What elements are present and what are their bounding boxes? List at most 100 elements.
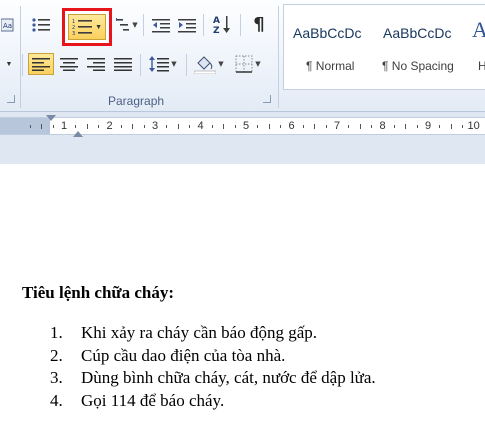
show-hide-marks-button[interactable]: ¶	[247, 13, 271, 35]
ruler-tick	[211, 125, 213, 128]
justify-button[interactable]	[111, 53, 135, 75]
ruler-number: 9	[424, 120, 432, 132]
align-left-icon	[32, 58, 50, 71]
ruler-tick	[86, 124, 88, 129]
chevron-down-icon: ▼	[218, 60, 224, 68]
ruler-number: 2	[106, 120, 113, 132]
bullets-button[interactable]	[28, 14, 54, 36]
ruler-tick	[405, 124, 407, 129]
change-case-icon[interactable]: Aa	[0, 14, 18, 36]
ruler-number: 6	[288, 120, 295, 132]
shading-button[interactable]: ▼	[192, 53, 226, 75]
ruler-tick	[75, 125, 77, 128]
list-item: 1. Khi xảy ra cháy cần báo động gấp.	[50, 322, 376, 345]
sort-button[interactable]: A Z	[210, 13, 236, 35]
list-text: Cúp cầu dao điện của tòa nhà.	[81, 345, 286, 365]
ruler-tick	[348, 125, 350, 128]
ruler-tick	[280, 125, 282, 128]
style-no-spacing[interactable]: AaBbCcDc ¶ No Spacing	[380, 15, 468, 85]
ruler-tick	[223, 124, 225, 129]
hanging-indent-marker-icon[interactable]	[73, 131, 83, 137]
decrease-indent-button[interactable]	[150, 14, 172, 36]
list-item: 4. Gọi 114 để báo cháy.	[50, 390, 376, 413]
style-sample: A	[472, 17, 485, 42]
align-right-button[interactable]	[84, 53, 108, 75]
numbered-list: 1. Khi xảy ra cháy cần báo động gấp. 2. …	[50, 322, 376, 412]
ruler-tick	[29, 125, 31, 128]
ruler-number: 1	[60, 120, 68, 132]
style-normal[interactable]: AaBbCcDc ¶ Normal	[288, 15, 380, 85]
paragraph-dialog-launcher-icon[interactable]	[263, 95, 271, 103]
ruler-tick	[371, 125, 373, 128]
ruler-number: 4	[197, 120, 204, 132]
ruler-tick	[257, 125, 259, 128]
list-item: 3. Dùng bình chữa cháy, cát, nước để dập…	[50, 367, 376, 390]
list-item: 2. Cúp cầu dao điện của tòa nhà.	[50, 345, 376, 368]
style-sample: AaBbCcDc	[383, 25, 452, 41]
ruler-tick	[143, 125, 145, 128]
style-name: H	[478, 59, 485, 73]
align-left-button[interactable]	[28, 53, 54, 75]
list-text: Dùng bình chữa cháy, cát, nước để dập lử…	[81, 368, 376, 387]
ruler-number: 5	[242, 120, 250, 132]
increase-indent-button[interactable]	[176, 14, 198, 36]
workspace-background	[0, 142, 485, 164]
ruler-tick	[462, 125, 464, 128]
ruler-tick	[268, 124, 270, 129]
svg-text:Z: Z	[213, 26, 220, 34]
list-number: 2.	[50, 345, 63, 365]
list-text: Khi xảy ra cháy cần báo động gấp.	[81, 323, 318, 342]
ruler-tick	[132, 124, 134, 129]
multilevel-list-button[interactable]: ▼	[114, 14, 140, 36]
ruler-tick	[120, 125, 122, 128]
divider	[143, 14, 144, 36]
align-center-icon	[60, 58, 78, 71]
divider	[203, 14, 204, 36]
divider	[240, 14, 241, 36]
ruler-number: 3	[151, 120, 159, 132]
ruler-tick	[359, 124, 361, 129]
list-text: Gọi 114 để báo cháy.	[81, 390, 225, 410]
ruler-tick	[439, 125, 441, 128]
chevron-down-icon: ▼	[132, 21, 138, 29]
style-heading[interactable]: A H	[470, 15, 485, 85]
align-right-icon	[87, 58, 105, 71]
chevron-down-icon: ▼	[171, 60, 177, 68]
ruler-tick	[393, 125, 395, 128]
ruler-tick	[302, 125, 304, 128]
ruler-number: 10	[467, 120, 480, 132]
ruler-tick	[52, 125, 54, 128]
ruler-left-margin	[0, 118, 50, 134]
ruler-tick	[314, 124, 316, 129]
borders-icon	[235, 55, 253, 73]
styles-gallery: AaBbCcDc ¶ Normal AaBbCcDc ¶ No Spacing …	[283, 4, 485, 90]
first-line-indent-marker-icon[interactable]	[46, 115, 56, 121]
group-divider	[278, 6, 279, 108]
paint-bucket-icon	[194, 56, 217, 74]
chevron-down-icon: ▼	[255, 60, 261, 68]
ruler-number: 7	[333, 120, 341, 132]
document-heading: Tiêu lệnh chữa cháy:	[22, 283, 175, 302]
justify-icon	[114, 58, 132, 71]
ruler-number: 8	[379, 120, 386, 132]
line-spacing-icon	[149, 56, 170, 72]
font-color-dropdown[interactable]: ▼	[0, 53, 18, 75]
divider	[140, 54, 141, 76]
font-dialog-launcher-icon[interactable]	[7, 95, 15, 103]
line-spacing-button[interactable]: ▼	[146, 53, 180, 75]
chevron-down-icon: ▼	[5, 60, 13, 68]
numbering-button[interactable]: 1 2 3 ▼	[62, 8, 112, 46]
svg-text:3: 3	[72, 31, 75, 37]
style-sample: AaBbCcDc	[293, 25, 362, 41]
style-name: ¶ No Spacing	[382, 59, 454, 73]
borders-button[interactable]: ▼	[230, 53, 266, 75]
list-number: 3.	[50, 368, 63, 387]
pilcrow-icon: ¶	[253, 13, 265, 35]
center-align-button[interactable]	[57, 53, 81, 75]
ruler-tick	[177, 124, 179, 129]
divider	[22, 54, 23, 76]
ruler-tick	[416, 125, 418, 128]
divider	[186, 54, 187, 76]
ruler-tick	[234, 125, 236, 128]
ruler-tick	[189, 125, 191, 128]
